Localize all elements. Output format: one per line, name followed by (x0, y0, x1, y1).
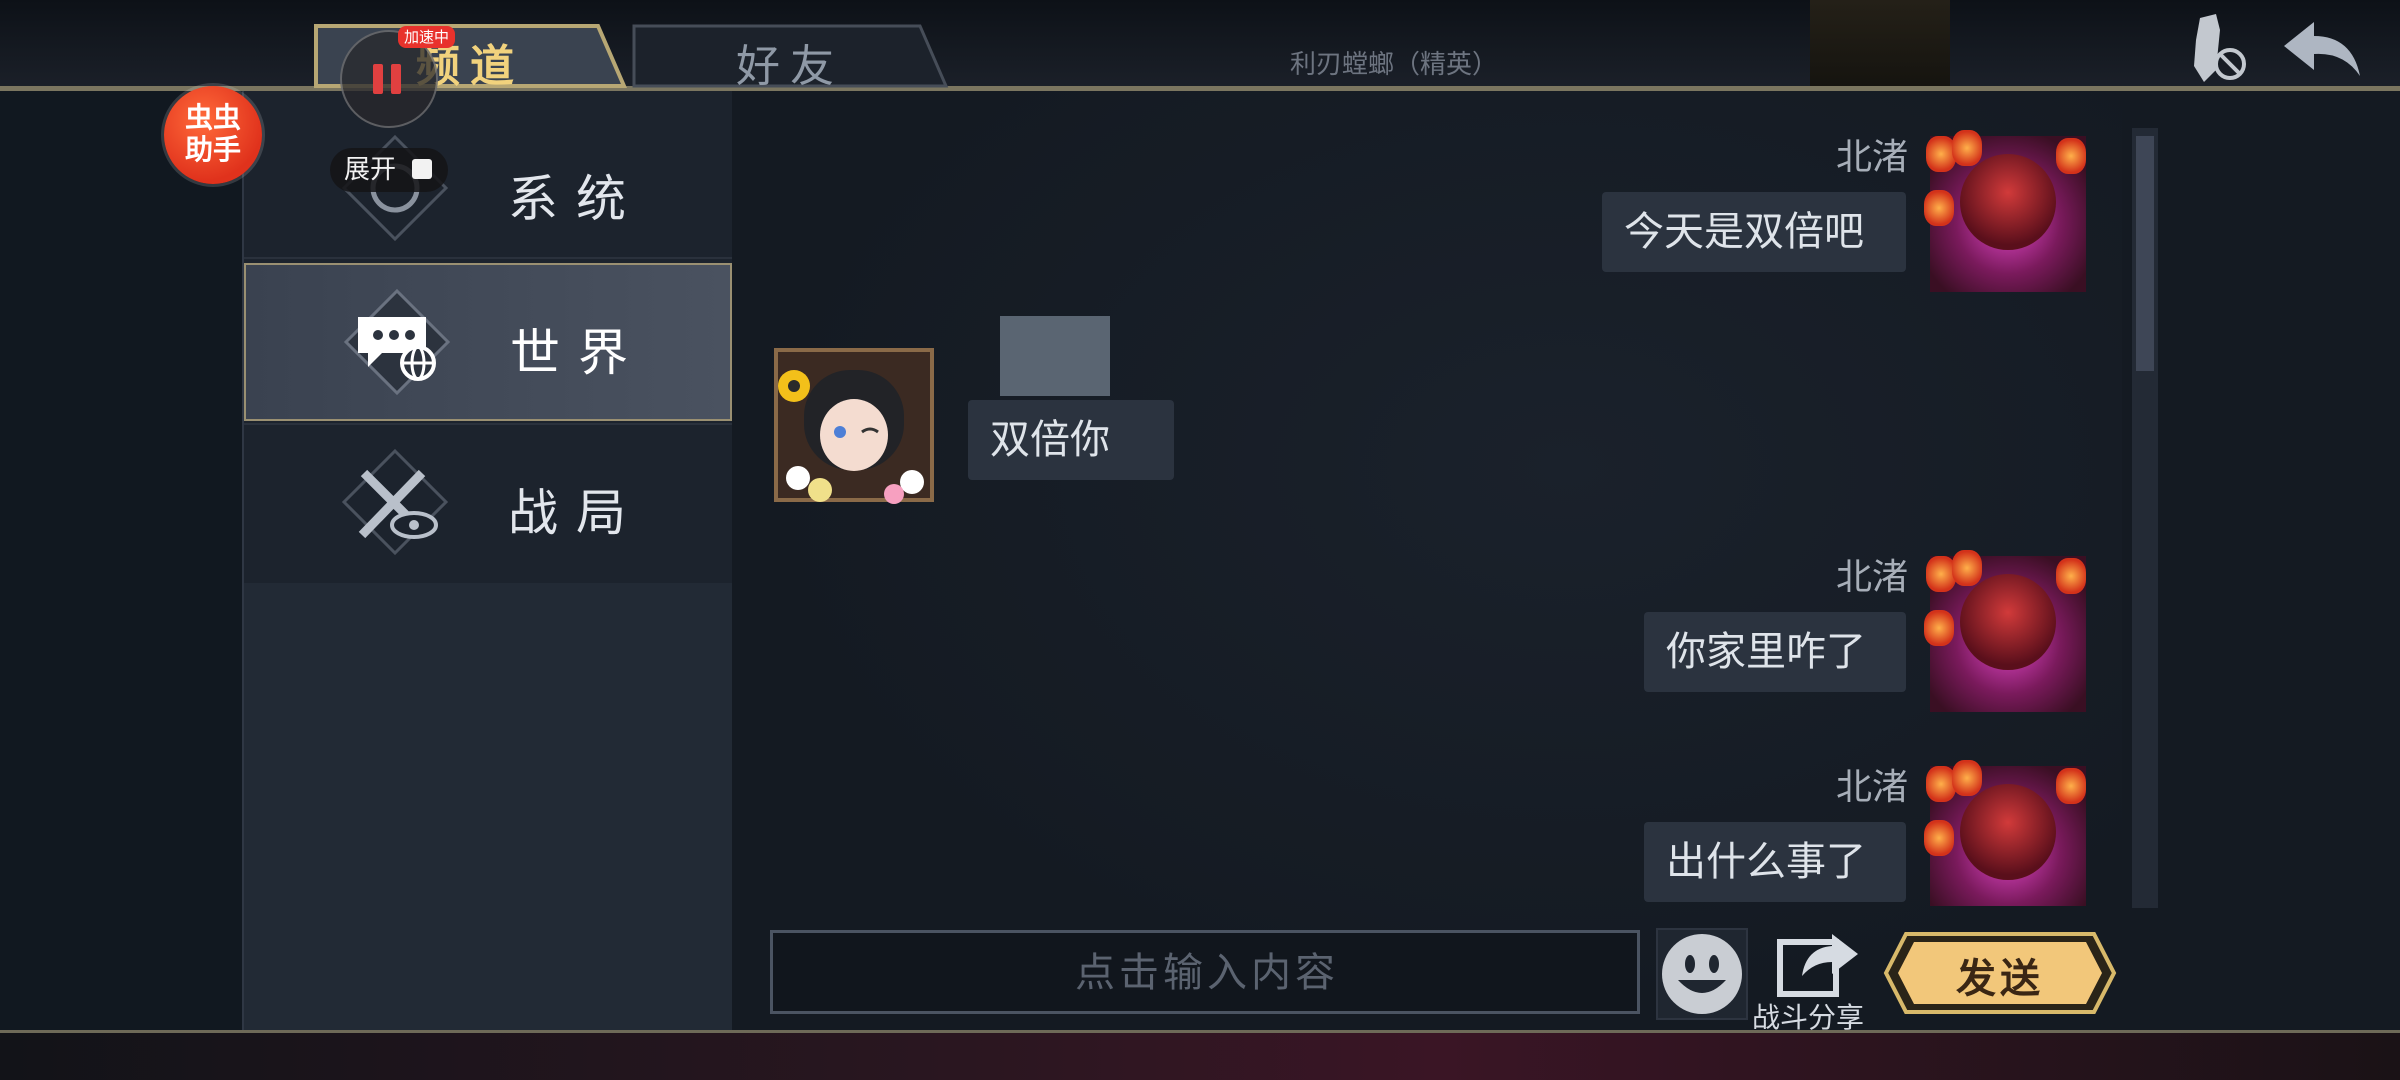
bottom-divider (0, 1030, 2400, 1033)
message-sender-name: 北渚 (1836, 557, 1909, 598)
emoji-button[interactable] (1656, 928, 1748, 1020)
player-avatar[interactable] (1924, 760, 2092, 906)
message-bubble: 双倍你 (968, 400, 1174, 480)
sidebar-item-label: 系统 (508, 170, 644, 228)
battle-share-label: 战斗分享 (1752, 1001, 1865, 1034)
bottom-game-strip (0, 1032, 2400, 1080)
send-button[interactable]: 发送 (1880, 930, 2120, 1016)
sidebar-divider (244, 257, 732, 259)
channel-sidebar: 系统 世界 战局 (242, 91, 734, 1030)
tab-friends-label: 好友 (736, 41, 844, 92)
chat-input[interactable] (773, 933, 1641, 1013)
send-button-label: 发送 (1956, 956, 2044, 1002)
helper-label: 虫虫助手 (184, 101, 241, 166)
share-icon (1777, 934, 1858, 997)
accelerating-badge: 加速中 (398, 26, 456, 48)
sidebar-item-world[interactable]: 世界 (244, 263, 732, 421)
message-sender-name: 北渚 (1836, 767, 1909, 808)
message-bubble: 今天是双倍吧 (1602, 192, 1906, 272)
chat-image-placeholder[interactable] (1000, 316, 1110, 396)
chat-message-area (732, 91, 2122, 1030)
sidebar-item-system[interactable]: 系统 (244, 111, 732, 269)
smiley-icon (1662, 934, 1742, 1014)
sidebar-empty-area (244, 583, 732, 1030)
sidebar-item-label: 战局 (508, 484, 644, 542)
back-arrow-icon[interactable] (2280, 18, 2364, 82)
chat-input-box[interactable] (770, 930, 1641, 1014)
left-background-strip (0, 91, 242, 1030)
battle-watch-icon (341, 448, 449, 556)
message-bubble: 出什么事了 (1644, 822, 1906, 902)
expand-button[interactable]: 展开 (330, 148, 448, 192)
player-avatar[interactable] (1924, 130, 2092, 298)
player-avatar[interactable] (764, 340, 934, 508)
world-chat-icon (343, 288, 451, 396)
chongchong-helper-button[interactable]: 虫虫助手 (164, 86, 262, 184)
tab-friends[interactable]: 好友 (630, 22, 950, 92)
message-bubble: 你家里咋了 (1644, 612, 1906, 692)
message-sender-name: 北渚 (1836, 137, 1909, 178)
expand-icon (412, 159, 432, 179)
player-avatar[interactable] (1924, 550, 2092, 718)
sidebar-item-battle[interactable]: 战局 (244, 425, 732, 583)
pause-icon (373, 64, 409, 98)
expand-label: 展开 (344, 155, 397, 185)
chat-scrollbar-thumb[interactable] (2136, 136, 2154, 371)
boss-name-label: 利刃螳螂（精英） (1290, 50, 1499, 80)
banner-decoration (1810, 0, 1950, 86)
sidebar-item-label: 世界 (510, 324, 646, 382)
mute-player-icon[interactable] (2176, 10, 2252, 86)
